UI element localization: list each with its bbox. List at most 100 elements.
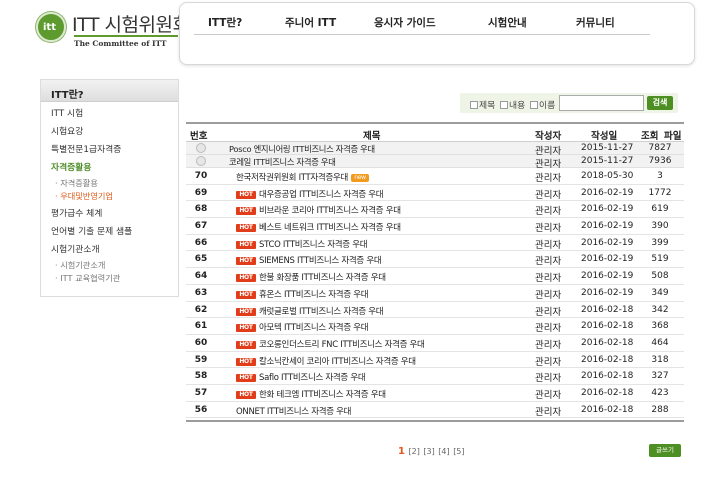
notice-row: 코레일 ITT비즈니스 자격증 우대 관리자 2015-11-27 7936 — [186, 155, 684, 170]
row-views: 7827 — [648, 143, 672, 153]
row-author: 관리자 — [535, 173, 562, 184]
row-title-text: SIEMENS ITT비즈니스 자격증 우대 — [259, 256, 382, 267]
table-row: 69 HOT 대우증공업 ITT비즈니스 자격증 우대 관리자 2016-02-19 17… — [186, 185, 684, 202]
table-row: 58 HOT Saflo ITT비즈니스 자격증 우대 관리자 2016-02-18 32… — [186, 368, 684, 385]
sidebar-item-institutions[interactable]: 시험기관소개 — [51, 241, 178, 259]
sidebar-subitem-edu-partners[interactable]: · ITT 교육협력기관 — [51, 272, 178, 285]
page-link-2[interactable]: [2] — [409, 447, 420, 456]
table-row: 57 HOT 한화 테크엠 ITT비즈니스 자격증 우대 관리자 2016-02-18 4… — [186, 385, 684, 402]
row-date: 2015-11-27 — [581, 156, 634, 166]
sidebar-item-itt-exam[interactable]: ITT 시험 — [51, 105, 178, 123]
checkbox-content[interactable] — [500, 101, 508, 109]
row-number: 56 — [194, 404, 208, 415]
sidebar-item-grade-system[interactable]: 평가급수 체계 — [51, 205, 178, 223]
row-title-link[interactable]: HOT 캐럿글로벌 ITT비즈니스 자격증 우대 — [236, 305, 384, 317]
page-link-1[interactable]: 1 — [398, 446, 405, 457]
row-views: 508 — [651, 271, 669, 282]
hot-badge: HOT — [236, 207, 256, 216]
search-button[interactable]: 검색 — [647, 96, 673, 110]
nav-item-about[interactable]: ITT란? — [208, 15, 242, 30]
sidebar-item-special-cert[interactable]: 특별전문1급자격증 — [51, 141, 178, 159]
search-input[interactable] — [559, 95, 644, 111]
row-title-link[interactable]: HOT 휴온스 ITT비즈니스 자격증 우대 — [236, 288, 369, 300]
row-author: 관리자 — [535, 239, 562, 251]
hot-badge: HOT — [236, 357, 256, 366]
row-title-link[interactable]: HOT 베스트 네트워크 ITT비즈니스 자격증 우대 — [236, 221, 401, 233]
sidebar-subitem-cert-usage[interactable]: · 자격증활용 — [51, 177, 178, 190]
row-number: 66 — [194, 237, 208, 248]
nav-item-exam[interactable]: 시험안내 — [488, 15, 527, 30]
table-header: 번호 제목 작성자 작성일 조회 파일 — [186, 122, 684, 142]
sidebar-item-exam-outline[interactable]: 시험요강 — [51, 123, 178, 141]
row-title-link[interactable]: HOT 비브라운 코리아 ITT비즈니스 자격증 우대 — [236, 204, 401, 216]
row-title-link[interactable]: Posco 엔지니어링 ITT비즈니스 자격증 우대 — [229, 143, 375, 155]
row-author: 관리자 — [535, 206, 562, 218]
row-title-link[interactable]: 코레일 ITT비즈니스 자격증 우대 — [229, 156, 336, 168]
row-number: 67 — [194, 221, 208, 232]
row-title-link[interactable]: HOT 한불 화장품 ITT비즈니스 자격증 우대 — [236, 271, 386, 283]
row-views: 3 — [657, 171, 663, 181]
hot-badge: HOT — [236, 190, 256, 199]
row-views: 368 — [651, 321, 669, 332]
row-title-link[interactable]: HOT 한화 테크엠 ITT비즈니스 자격증 우대 — [236, 388, 386, 400]
row-title-text: 코오롱인더스트리 FNC ITT비즈니스 자격증 우대 — [259, 339, 425, 350]
row-number: 59 — [194, 354, 208, 365]
site-logo[interactable]: itt ITT 시험위원회 The Committee of ITT — [36, 10, 190, 50]
row-author: 관리자 — [535, 289, 562, 301]
page-link-5[interactable]: [5] — [453, 447, 464, 456]
row-title-text: 휴온스 ITT비즈니스 자격증 우대 — [259, 289, 369, 300]
row-title-link[interactable]: HOT 코오롱인더스트리 FNC ITT비즈니스 자격증 우대 — [236, 338, 425, 350]
row-views: 519 — [651, 254, 669, 265]
sidebar-subitem-institutions[interactable]: · 시험기관소개 — [51, 259, 178, 272]
page-link-3[interactable]: [3] — [423, 447, 434, 456]
sidebar-item-cert-usage[interactable]: 자격증활용 — [51, 159, 178, 177]
row-date: 2016-02-18 — [581, 337, 634, 348]
row-title-text: 칼소닉칸세이 코리아 ITT비즈니스 자격증 우대 — [259, 356, 416, 367]
row-number: 60 — [194, 337, 208, 348]
sidebar-item-sample-questions[interactable]: 언어별 기출 문제 샘플 — [51, 223, 178, 241]
sidebar-subitem-preferred-companies[interactable]: · 우대및반영기업 — [51, 190, 178, 203]
row-title-text: 베스트 네트워크 ITT비즈니스 자격증 우대 — [259, 223, 401, 234]
row-date: 2016-02-19 — [581, 204, 634, 215]
row-title-text: 캐럿글로벌 ITT비즈니스 자격증 우대 — [259, 306, 384, 317]
row-date: 2016-02-18 — [581, 387, 634, 398]
row-title-link[interactable]: HOT Saflo ITT비즈니스 자격증 우대 — [236, 371, 366, 383]
search-option-content[interactable]: 내용 — [500, 98, 525, 111]
header-author: 작성자 — [535, 131, 562, 142]
row-author: 관리자 — [535, 356, 562, 368]
row-date: 2016-02-19 — [581, 221, 634, 232]
row-title-link[interactable]: 한국저작권위원회 ITT자격증우대 new — [236, 171, 370, 183]
row-author: 관리자 — [535, 189, 562, 201]
row-date: 2016-02-18 — [581, 321, 634, 332]
row-number: 63 — [194, 287, 208, 298]
row-date: 2015-11-27 — [581, 143, 634, 153]
row-title-link[interactable]: HOT STCO ITT비즈니스 자격증 우대 — [236, 238, 368, 250]
row-title-text: 한불 화장품 ITT비즈니스 자격증 우대 — [259, 273, 386, 284]
row-views: 423 — [651, 387, 669, 398]
row-title-link[interactable]: HOT SIEMENS ITT비즈니스 자격증 우대 — [236, 254, 382, 267]
row-title-link[interactable]: HOT 칼소닉칸세이 코리아 ITT비즈니스 자격증 우대 — [236, 355, 416, 367]
row-title-link[interactable]: HOT 아모텍 ITT비즈니스 자격증 우대 — [236, 321, 369, 333]
write-button[interactable]: 글쓰기 — [649, 444, 681, 457]
nav-item-guide[interactable]: 응시자 가이드 — [374, 15, 436, 30]
table-row: 68 HOT 비브라운 코리아 ITT비즈니스 자격증 우대 관리자 2016-02-1… — [186, 201, 684, 219]
search-option-title[interactable]: 제목 — [470, 98, 495, 111]
table-bottom-border — [186, 420, 684, 423]
row-title-text: 한화 테크엠 ITT비즈니스 자격증 우대 — [259, 389, 386, 400]
row-author: 관리자 — [535, 406, 562, 418]
row-title-link[interactable]: ONNET ITT비즈니스 자격증 우대 — [236, 405, 352, 417]
row-views: 464 — [651, 337, 669, 348]
row-title-link[interactable]: HOT 대우증공업 ITT비즈니스 자격증 우대 — [236, 188, 384, 200]
checkbox-title[interactable] — [470, 101, 478, 109]
row-date: 2018-05-30 — [581, 171, 634, 181]
row-title-text: 코레일 ITT비즈니스 자격증 우대 — [229, 157, 336, 167]
nav-item-community[interactable]: 커뮤니티 — [576, 15, 615, 30]
table-row: 65 HOT SIEMENS ITT비즈니스 자격증 우대 관리자 2016-02-19… — [186, 251, 684, 269]
table-row: 70 한국저작권위원회 ITT자격증우대 new 관리자 2018-05-30 3 — [186, 168, 684, 185]
checkbox-name[interactable] — [530, 101, 538, 109]
page-link-4[interactable]: [4] — [438, 447, 449, 456]
table-row: 66 HOT STCO ITT비즈니스 자격증 우대 관리자 2016-02-19 399 — [186, 235, 684, 252]
nav-item-junior[interactable]: 주니어 ITT — [285, 15, 336, 30]
search-option-name[interactable]: 이름 — [530, 98, 555, 111]
sidebar-title: ITT란? — [41, 80, 178, 102]
